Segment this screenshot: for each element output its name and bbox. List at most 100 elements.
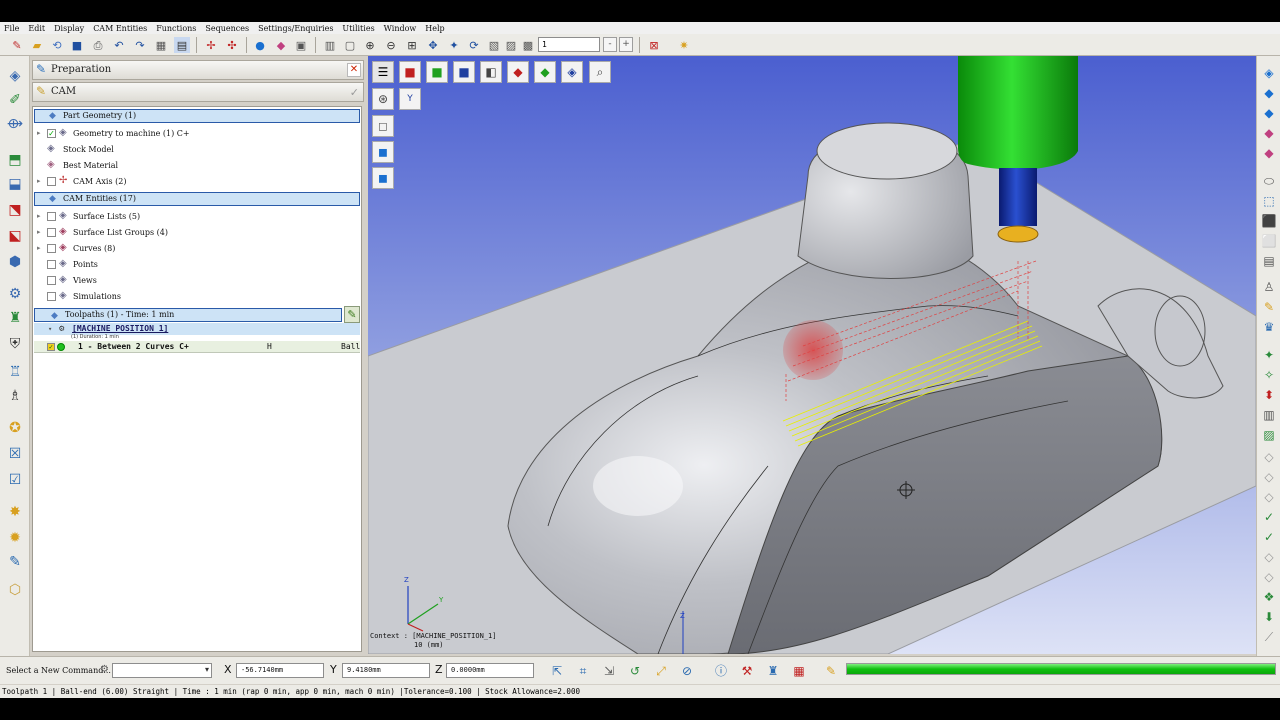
curve-snap-icon[interactable]: ↺ [626,662,644,680]
down-arrow-icon[interactable]: ⬇ [1260,608,1278,626]
shaded-cube-icon[interactable]: ◼ [372,141,394,163]
increase-button[interactable]: + [619,37,633,52]
tree-item[interactable]: ◈ Views [33,273,359,288]
menu-cam-entities[interactable]: CAM Entities [93,24,147,33]
probe-icon[interactable]: ♙ [1260,278,1278,296]
model-scene[interactable] [368,56,1256,654]
grid-icon[interactable]: ▦ [153,37,169,53]
ruler-icon[interactable]: ▥ [1260,406,1278,424]
view-top-right-icon[interactable]: ◆ [1260,104,1278,122]
leads-right-icon[interactable]: ✦ [1260,346,1278,364]
checkbox[interactable] [47,212,56,221]
toolpath-checkbox[interactable]: ✓ [47,343,55,351]
target-icon[interactable]: ⊠ [646,37,662,53]
checkbox[interactable] [47,276,56,285]
pan-icon[interactable]: ✥ [425,37,441,53]
holder-view-icon[interactable]: ▤ [1260,252,1278,270]
verify-icon[interactable]: ✪ [5,418,25,438]
camera-icon[interactable]: ▣ [293,37,309,53]
section-cam-entities[interactable]: ◆ CAM Entities (17) [34,192,360,206]
view-grid-icon[interactable]: ▨ [503,37,519,53]
section-toolpaths[interactable]: ◆ Toolpaths (1) - Time: 1 min [34,308,342,322]
material-icon[interactable]: ◆ [273,37,289,53]
view-iso-icon[interactable]: ◧ [480,61,502,83]
shield-icon[interactable]: ⛨ [5,334,25,354]
leads-icon[interactable]: ⬓ [5,174,25,194]
graphics-viewport[interactable]: Z Y Z ☰ ■ ■ ■ ◧ ◆ ◆ ◈ ⌕ ⊛ Y ◻ ◼ ◼ Contex… [368,56,1256,654]
check-icon[interactable]: ☒ [5,444,25,464]
menu-sequences[interactable]: Sequences [205,24,249,33]
star-icon[interactable]: ✷ [676,37,692,53]
tree-item[interactable]: ◈ Points [33,257,359,272]
boundary-icon[interactable]: ⬔ [5,200,25,220]
tree-item[interactable]: ◈ Simulations [33,289,359,304]
post-icon[interactable]: ✎ [5,552,25,572]
measure-snap-icon[interactable]: ⤢ [652,662,670,680]
menu-file[interactable]: File [4,24,19,33]
stock-block-icon[interactable]: ⬡ [5,580,25,600]
tool-view-icon[interactable]: ⬜ [1260,232,1278,250]
shaded-edges-icon[interactable]: ◼ [372,167,394,189]
edit-icon[interactable]: ✎ [1260,298,1278,316]
zoom-out-icon[interactable]: ⊖ [383,37,399,53]
checkbox[interactable] [47,292,56,301]
info-icon[interactable]: ⓘ [712,662,730,680]
fit-icon[interactable]: ⟳ [466,37,482,53]
x-coordinate-field[interactable]: -56.7140mm [236,663,324,678]
menu-settings[interactable]: Settings/Enquiries [258,24,333,33]
checkbox[interactable]: ✓ [47,129,56,138]
feed-icon[interactable]: ⬒ [5,150,25,170]
print-icon[interactable]: ⎙ [90,37,106,53]
rotate-icon[interactable]: ✦ [446,37,462,53]
checkbox[interactable] [47,228,56,237]
view-left-icon[interactable]: ◆ [1260,124,1278,142]
zoom-icon[interactable]: ⌕ [589,61,611,83]
cursor-snap-icon[interactable]: ⇱ [548,662,566,680]
machine-status-icon[interactable]: ♜ [764,662,782,680]
viewport-menu-icon[interactable]: ☰ [372,61,394,83]
open-folder-icon[interactable]: ▰ [29,37,45,53]
machine-icon[interactable]: ♗ [5,386,25,406]
view-wire-icon[interactable]: ▩ [520,37,536,53]
view-number-field[interactable]: 1 [538,37,600,52]
plot-icon[interactable]: ♛ [1260,318,1278,336]
tree-item[interactable]: ▸ ✢ CAM Axis (2) [33,174,359,189]
block-icon[interactable]: ◈ [5,66,25,86]
nc-program-icon[interactable]: ✹ [5,528,25,548]
links-right-icon[interactable]: ✧ [1260,366,1278,384]
holder-icon[interactable]: ♜ [5,308,25,328]
workplane-icon[interactable]: ✣ [224,37,240,53]
select-icon[interactable]: ⬛ [1260,212,1278,230]
table-status-icon[interactable]: ▦ [790,662,808,680]
close-icon[interactable]: ✕ [347,63,361,77]
tree-item[interactable]: ▸ ◈ Curves (8) [33,241,359,256]
view-section-icon[interactable]: ◈ [561,61,583,83]
collapse-arrow-icon[interactable]: ⟋ [1260,628,1278,646]
menu-functions[interactable]: Functions [156,24,196,33]
collision-icon[interactable]: ☑ [5,470,25,490]
window-icon[interactable]: ▢ [342,37,358,53]
section-part-geometry[interactable]: ◆ Part Geometry (1) [34,109,360,123]
collapse-icon[interactable]: ▾ [48,323,52,335]
tree-icon[interactable]: ▥ [322,37,338,53]
view-box-icon[interactable]: ▧ [486,37,502,53]
pattern-icon[interactable]: ⬕ [5,226,25,246]
layers-icon[interactable]: ▤ [174,37,190,53]
feature-icon[interactable]: ⬢ [5,252,25,272]
mode-header[interactable]: ✎ CAM ✓ [32,82,364,102]
checkbox[interactable] [47,260,56,269]
y-coordinate-field[interactable]: 9.4180mm [342,663,430,678]
tool-icon[interactable]: ✐ [5,90,25,110]
menu-edit[interactable]: Edit [28,24,45,33]
tree-item[interactable]: ◈ Stock Model [33,142,359,157]
tree-item[interactable]: ▸ ◈ Surface List Groups (4) [33,225,359,240]
menu-help[interactable]: Help [425,24,444,33]
workplane-snap-icon[interactable]: ⇲ [600,662,618,680]
refresh-icon[interactable]: ⟲ [49,37,65,53]
view-back-icon[interactable]: ◆ [1260,144,1278,162]
polar-snap-icon[interactable]: ⊘ [678,662,696,680]
gear-icon[interactable]: ⚙ [5,284,25,304]
menu-window[interactable]: Window [384,24,417,33]
view-cube-icon[interactable]: ◈ [1260,64,1278,82]
tree-item[interactable]: ▸ ✓ ◈ Geometry to machine (1) C+ [33,126,359,141]
